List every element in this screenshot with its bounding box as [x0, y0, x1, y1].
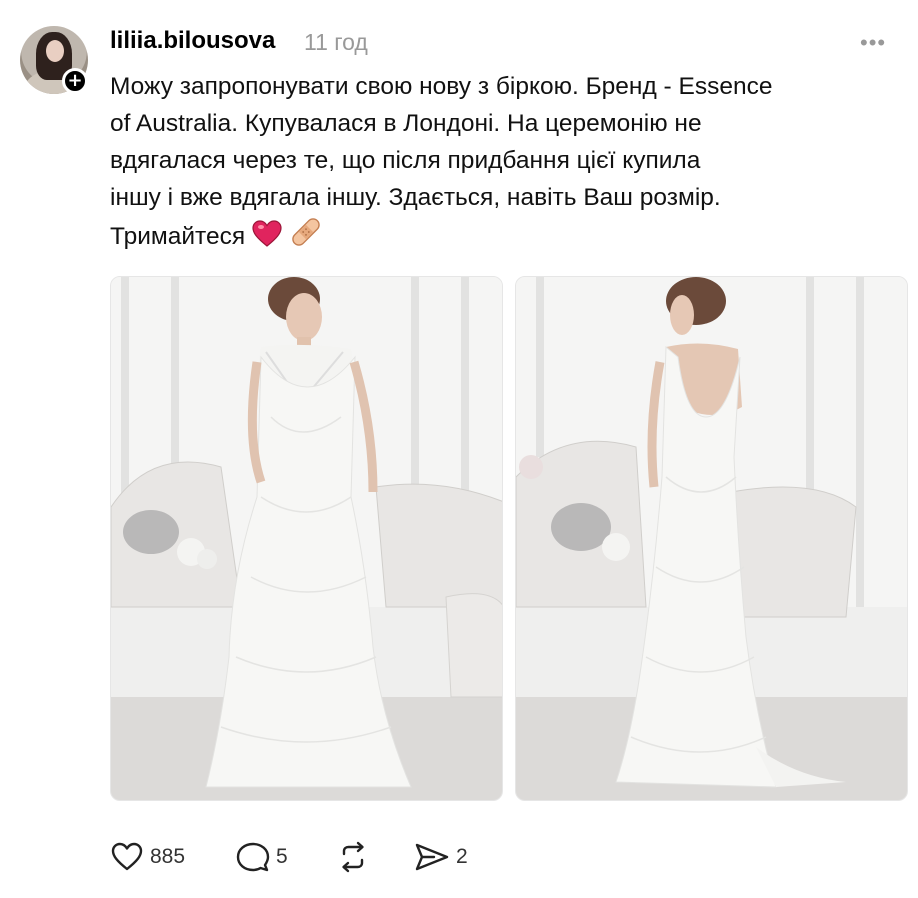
- heart-emoji: [252, 220, 282, 247]
- author-username[interactable]: liliia.bilousova: [110, 27, 275, 55]
- post-text: Можу запропонувати свою нову з біркою. Б…: [110, 68, 900, 255]
- post-text-line-last: Тримайтеся: [110, 216, 900, 255]
- dress-photo-back[interactable]: [515, 276, 908, 801]
- post-text-line: іншу і вже вдягала іншу. Здається, навіт…: [110, 184, 721, 211]
- bandage-emoji: [292, 218, 320, 246]
- comment-icon: [236, 842, 270, 872]
- post-timestamp: 11 год: [304, 29, 368, 55]
- repost-icon: [342, 841, 364, 873]
- follow-plus-icon[interactable]: +: [62, 68, 88, 94]
- share-button[interactable]: 2: [414, 838, 468, 876]
- post-text-line: Можу запропонувати свою нову з біркою. Б…: [110, 73, 773, 100]
- repost-button[interactable]: [336, 838, 370, 876]
- comment-count: 5: [276, 845, 288, 868]
- like-count: 885: [150, 845, 186, 868]
- dress-photo-front[interactable]: [110, 276, 503, 801]
- avatar-face: [46, 40, 64, 62]
- heart-icon: [111, 842, 143, 871]
- more-options-icon[interactable]: •••: [860, 30, 886, 56]
- comment-button[interactable]: 5: [236, 838, 288, 876]
- post-text-line: вдягалася через те, що після придбання ц…: [110, 147, 701, 174]
- like-button[interactable]: 885: [110, 838, 185, 876]
- send-icon: [415, 843, 449, 871]
- share-count: 2: [456, 845, 468, 868]
- post-text-line: Тримайтеся: [110, 223, 246, 250]
- post-text-line: of Australia. Купувалася в Лондоні. На ц…: [110, 110, 702, 137]
